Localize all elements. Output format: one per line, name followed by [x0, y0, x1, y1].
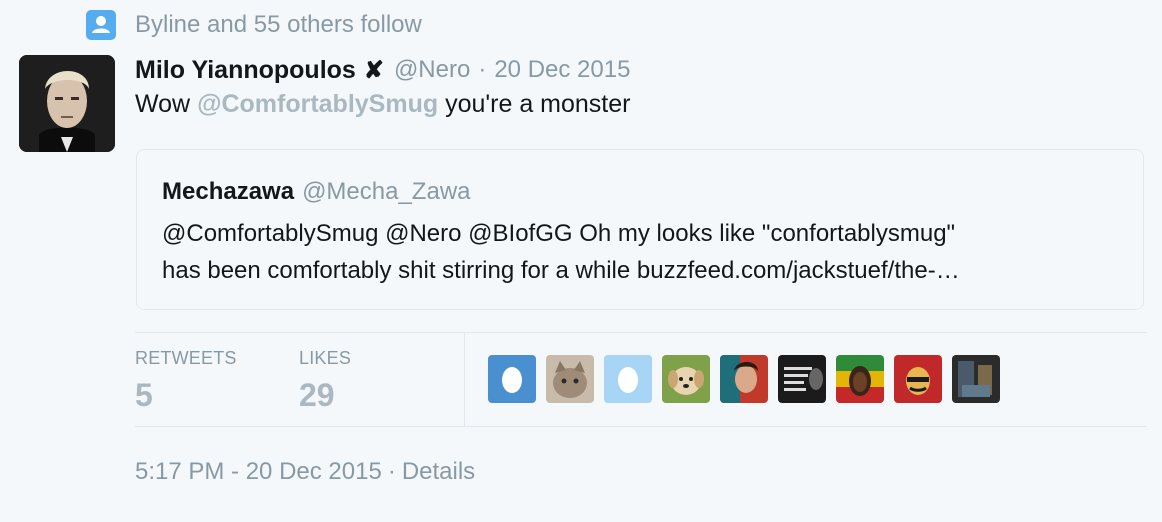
separator-dot: ·: [478, 56, 487, 83]
likes-count: 29: [299, 377, 335, 413]
liker-avatar-puppy[interactable]: [662, 355, 710, 403]
divider: [464, 333, 465, 426]
details-link[interactable]: Details: [402, 458, 475, 485]
liker-avatar-cat[interactable]: [546, 355, 594, 403]
tweet-header: Milo Yiannopoulos ✘ @Nero · 20 Dec 2015: [135, 53, 630, 87]
likers-list: [488, 355, 1010, 403]
liker-avatar-stalin-poster[interactable]: [894, 355, 942, 403]
tweet-date[interactable]: 20 Dec 2015: [494, 56, 630, 84]
avatar[interactable]: [19, 55, 115, 152]
quoted-tweet-header: Mechazawa @Mecha_Zawa: [162, 178, 471, 206]
retweets-count: 5: [135, 377, 153, 413]
person-icon: [86, 10, 116, 40]
liker-avatar-bob-marley[interactable]: [836, 355, 884, 403]
separator-dot: ·: [387, 458, 396, 485]
author-fullname[interactable]: Milo Yiannopoulos: [135, 56, 356, 85]
retweets-stat[interactable]: RETWEETS 5: [135, 348, 237, 414]
timestamp-time[interactable]: 5:17 PM - 20 Dec 2015: [135, 458, 382, 485]
divider: [135, 332, 1147, 333]
badge-icon: ✘: [363, 56, 384, 84]
tweet-text: Wow @ComfortablySmug you're a monster: [135, 90, 630, 119]
likes-label: LIKES: [299, 348, 352, 368]
quoted-tweet[interactable]: Mechazawa @Mecha_Zawa @ComfortablySmug @N…: [136, 149, 1144, 310]
tweet-timestamp: 5:17 PM - 20 Dec 2015 · Details: [135, 458, 475, 486]
liker-avatar-photo-dark[interactable]: [952, 355, 1000, 403]
quoted-author-fullname: Mechazawa: [162, 178, 295, 205]
quoted-author-username: @Mecha_Zawa: [302, 178, 471, 205]
mention-link[interactable]: @ComfortablySmug: [197, 90, 438, 118]
liker-avatar-egg-blue[interactable]: [488, 355, 536, 403]
author-username[interactable]: @Nero: [394, 56, 470, 84]
follow-context: Byline and 55 others follow: [86, 10, 422, 40]
likes-stat[interactable]: LIKES 29: [299, 348, 351, 414]
retweets-label: RETWEETS: [135, 348, 237, 368]
tweet-text-after: you're a monster: [438, 90, 631, 118]
divider: [135, 426, 1147, 427]
liker-avatar-keiner-kommt-klar[interactable]: [778, 355, 826, 403]
quoted-tweet-text-line: @ComfortablySmug @Nero @BIofGG Oh my loo…: [162, 220, 956, 247]
tweet-text-before: Wow: [135, 90, 198, 118]
quoted-tweet-text-line: has been comfortably shit stirring for a…: [162, 257, 960, 284]
liker-avatar-egg-lightblue[interactable]: [604, 355, 652, 403]
liker-avatar-portrait-red[interactable]: [720, 355, 768, 403]
follow-context-text[interactable]: Byline and 55 others follow: [135, 11, 422, 39]
